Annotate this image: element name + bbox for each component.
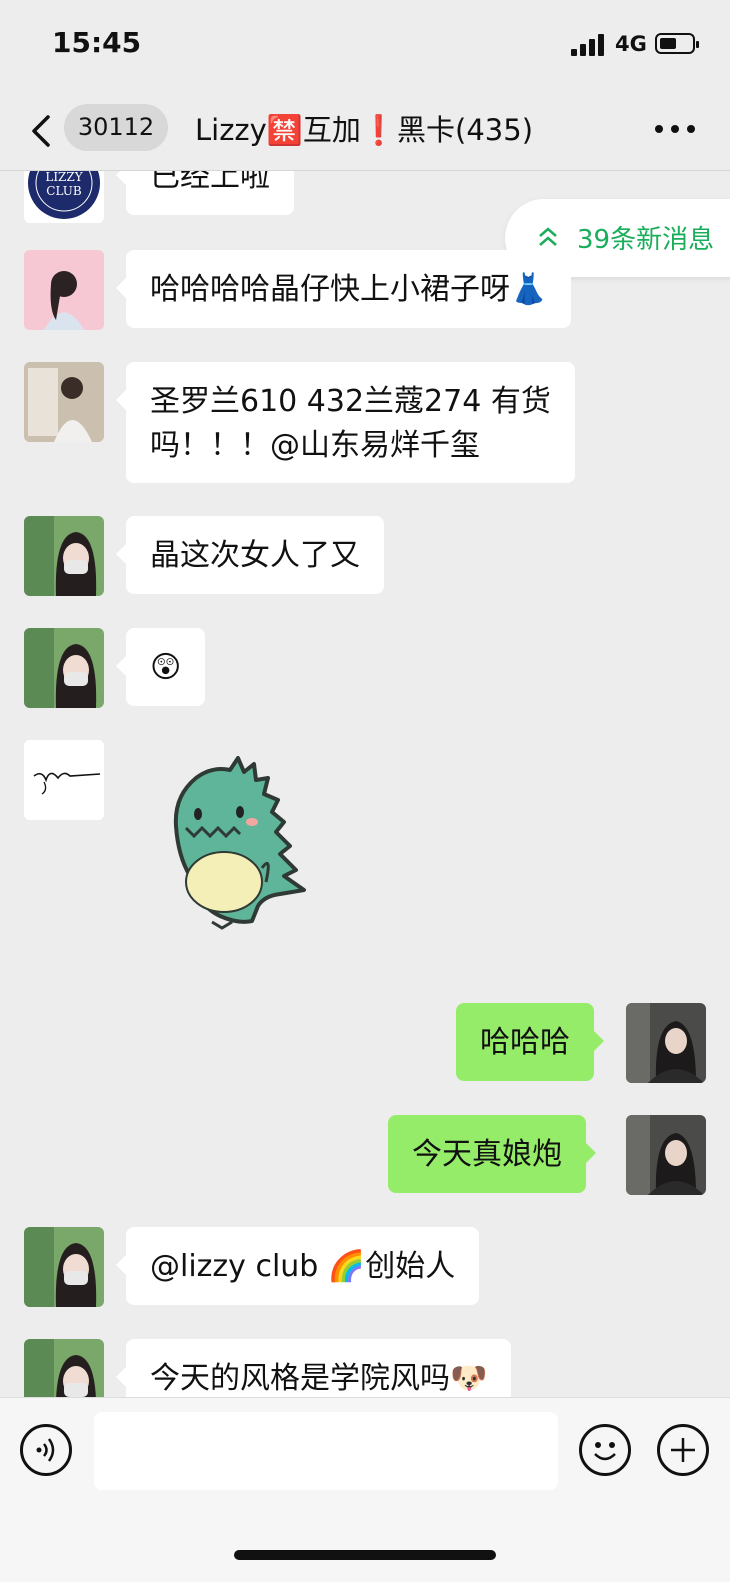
message-bubble[interactable]: 今天真娘炮 xyxy=(388,1115,596,1193)
avatar[interactable] xyxy=(24,362,104,442)
back-arrow-icon[interactable] xyxy=(28,111,58,151)
avatar[interactable]: LIZZY CLUB xyxy=(24,171,104,223)
my-avatar[interactable] xyxy=(626,1115,706,1195)
message-bubble[interactable]: 哈哈哈 xyxy=(456,1003,604,1081)
message-bubble[interactable]: @lizzy club 🌈创始人 xyxy=(115,1227,480,1305)
chat-title: Lizzy🈲互加❗️黑卡(435) xyxy=(195,113,534,147)
message-list[interactable]: LIZZY CLUB 已经上啦 39条新消息 哈哈哈哈晶仔快上小裙子呀👗 圣罗兰6… xyxy=(0,171,730,1408)
message-bubble[interactable]: 已经上啦 xyxy=(116,171,294,215)
avatar[interactable] xyxy=(24,516,104,596)
battery-icon xyxy=(655,33,699,54)
voice-input-icon[interactable] xyxy=(20,1424,72,1476)
network-type: 4G xyxy=(615,32,647,56)
svg-text:LIZZY: LIZZY xyxy=(45,171,83,184)
chat-header: 30112 Lizzy🈲互加❗️黑卡(435) xyxy=(0,95,730,171)
double-chevron-up-icon xyxy=(539,227,557,246)
new-messages-label: 39条新消息 xyxy=(577,225,715,255)
avatar[interactable] xyxy=(24,1227,104,1307)
signal-icon xyxy=(571,34,605,56)
status-bar: 15:45 4G xyxy=(0,0,730,95)
avatar[interactable] xyxy=(24,250,104,330)
message-bubble[interactable]: 哈哈哈哈晶仔快上小裙子呀👗 xyxy=(115,250,572,328)
avatar[interactable] xyxy=(24,628,104,708)
plus-icon[interactable] xyxy=(657,1424,709,1476)
unread-count-badge[interactable]: 30112 xyxy=(64,104,168,151)
message-bubble[interactable]: 圣罗兰610 432兰蔻274 有货 吗！！！@山东易烊千玺 xyxy=(116,362,575,483)
more-options-icon[interactable] xyxy=(655,125,695,135)
home-indicator[interactable] xyxy=(234,1550,496,1560)
my-avatar[interactable] xyxy=(626,1003,706,1083)
message-bubble[interactable]: 😲 xyxy=(115,628,206,706)
message-bubble[interactable]: 晶这次女人了又 xyxy=(116,516,384,594)
dinosaur-sticker[interactable] xyxy=(168,756,318,931)
status-time: 15:45 xyxy=(52,26,142,59)
message-line: 圣罗兰610 432兰蔻274 有货 xyxy=(150,384,551,419)
svg-text:CLUB: CLUB xyxy=(46,184,82,198)
message-line: 吗！！！@山东易烊千玺 xyxy=(150,428,480,463)
emoji-icon[interactable] xyxy=(579,1424,631,1476)
message-input[interactable] xyxy=(94,1412,558,1490)
avatar[interactable] xyxy=(24,740,104,820)
